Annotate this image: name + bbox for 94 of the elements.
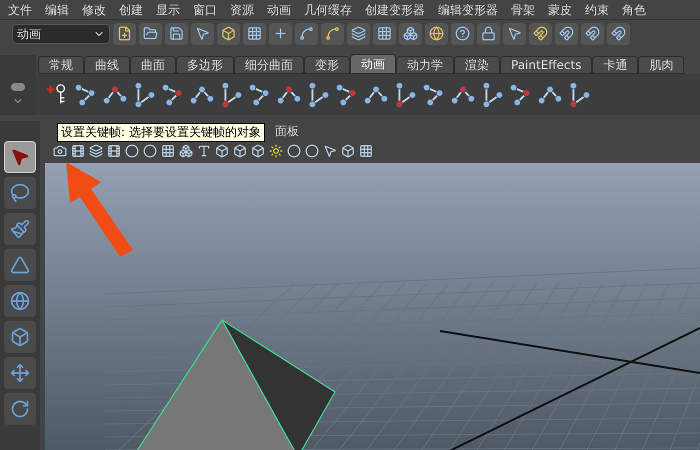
save-icon — [169, 26, 184, 41]
tooltip: 设置关键帧: 选择要设置关键帧的对象 — [57, 123, 265, 142]
magnet-icon — [611, 26, 626, 41]
menu-item[interactable]: 窗口 — [193, 0, 217, 18]
menu-item[interactable]: 显示 — [156, 0, 180, 18]
film-icon[interactable] — [107, 144, 121, 158]
shelf-tab[interactable]: 动画 — [350, 54, 396, 74]
grid-icon[interactable] — [359, 144, 373, 158]
select-arrow-icon — [10, 147, 30, 167]
lattice-icon — [377, 26, 392, 41]
shelf-tab[interactable]: 肌肉 — [638, 56, 684, 74]
menu-item[interactable]: 编辑变形器 — [438, 0, 498, 18]
cube-icon[interactable] — [215, 144, 229, 158]
lasso-tool[interactable] — [4, 177, 36, 209]
cube-icon — [221, 26, 236, 41]
folder-icon-button[interactable] — [139, 22, 162, 44]
magnet-icon — [533, 26, 548, 41]
lasso-icon — [10, 183, 30, 203]
shelf-tab[interactable]: 渲染 — [454, 56, 500, 74]
plus-icon-button[interactable] — [269, 22, 292, 44]
cube-icon-button[interactable] — [217, 22, 240, 44]
shelf-tab-icon[interactable] — [11, 83, 25, 91]
cursor-icon[interactable] — [323, 144, 337, 158]
grid-icon — [247, 26, 262, 41]
shelf-tab[interactable]: PaintEffects — [500, 56, 592, 74]
help-icon-button[interactable] — [451, 22, 474, 44]
magnet-icon — [585, 26, 600, 41]
paintbrush-tool[interactable] — [4, 213, 36, 245]
move-icon — [10, 363, 30, 383]
cursor-icon — [507, 26, 522, 41]
sphere-tool[interactable] — [4, 285, 36, 317]
menu-item[interactable]: 骨架 — [511, 0, 535, 18]
menu-item[interactable]: 几何缓存 — [304, 0, 352, 18]
cursor-icon-button[interactable] — [191, 22, 214, 44]
cube-icon[interactable] — [233, 144, 247, 158]
shelf-tab[interactable]: 卡通 — [592, 56, 638, 74]
lock-icon — [481, 26, 496, 41]
lattice-icon-button[interactable] — [373, 22, 396, 44]
curve-icon — [325, 26, 340, 41]
menu-item[interactable]: 动画 — [267, 0, 291, 18]
cube-icon — [10, 327, 30, 347]
file-icon — [117, 26, 132, 41]
magnet-icon-button[interactable] — [529, 22, 552, 44]
shelf-tab[interactable]: 常规 — [38, 56, 84, 74]
curve-icon — [299, 26, 314, 41]
layers-icon[interactable] — [89, 144, 103, 158]
magnet-icon-button[interactable] — [607, 22, 630, 44]
paintbrush-icon — [10, 219, 30, 239]
camera-icon[interactable] — [53, 144, 67, 158]
help-icon — [455, 26, 470, 41]
cursor-icon — [195, 26, 210, 41]
cursor-icon-button[interactable] — [503, 22, 526, 44]
shelf-tab[interactable]: 多边形 — [176, 56, 234, 74]
menu-item[interactable]: 资源 — [230, 0, 254, 18]
cube-icon[interactable] — [341, 144, 355, 158]
curve-icon-button[interactable] — [295, 22, 318, 44]
grid-icon[interactable] — [161, 144, 175, 158]
menu-item[interactable]: 创建 — [119, 0, 143, 18]
save-icon-button[interactable] — [165, 22, 188, 44]
sphere-icon-button[interactable] — [425, 22, 448, 44]
rotate-icon — [10, 399, 30, 419]
menu-item[interactable]: 编辑 — [45, 0, 69, 18]
menu-item[interactable]: 修改 — [82, 0, 106, 18]
move-tool[interactable] — [4, 357, 36, 389]
curve-icon-button[interactable] — [321, 22, 344, 44]
magnet-icon-button[interactable] — [555, 22, 578, 44]
panel-menu-item[interactable]: 面板 — [275, 122, 299, 140]
menu-item[interactable]: 蒙皮 — [548, 0, 572, 18]
film-icon[interactable] — [71, 144, 85, 158]
folder-icon — [143, 26, 158, 41]
cube-icon[interactable] — [251, 144, 265, 158]
shelf-tab[interactable]: 变形 — [304, 56, 350, 74]
mode-dropdown[interactable]: 动画 — [12, 24, 110, 44]
lock-icon-button[interactable] — [477, 22, 500, 44]
shelf-tab[interactable]: 曲线 — [84, 56, 130, 74]
magnet-icon-button[interactable] — [581, 22, 604, 44]
rotate-tool[interactable] — [4, 393, 36, 425]
file-icon-button[interactable] — [113, 22, 136, 44]
menu-item[interactable]: 约束 — [585, 0, 609, 18]
shelf-tab[interactable]: 细分曲面 — [234, 56, 304, 74]
select-arrow-tool[interactable] — [4, 141, 36, 173]
light-icon[interactable] — [269, 144, 283, 158]
menu-item[interactable]: 创建变形器 — [365, 0, 425, 18]
shelf-tab[interactable]: 动力学 — [396, 56, 454, 74]
magnet-icon — [559, 26, 574, 41]
grid-icon-button[interactable] — [243, 22, 266, 44]
text-icon[interactable] — [197, 144, 211, 158]
menu-item[interactable]: 角色 — [622, 0, 646, 18]
circle-icon[interactable] — [143, 144, 157, 158]
plus-icon — [273, 26, 288, 41]
shelf-tab[interactable]: 曲面 — [130, 56, 176, 74]
cube-tool[interactable] — [4, 321, 36, 353]
menu-item[interactable]: 文件 — [8, 0, 32, 18]
shelf-handle[interactable] — [0, 55, 36, 115]
